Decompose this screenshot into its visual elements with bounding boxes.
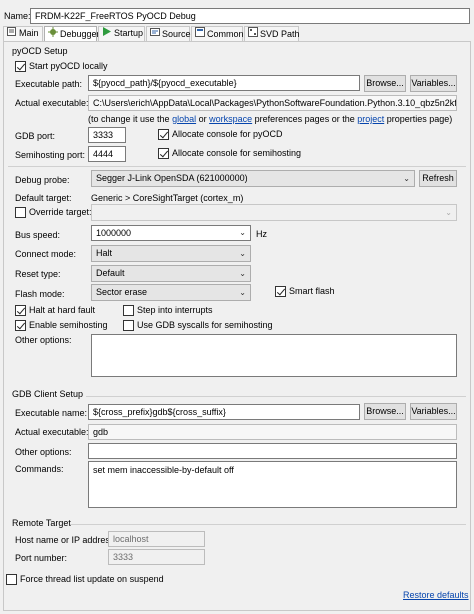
source-tab-icon bbox=[149, 27, 160, 41]
pyocd-section-title: pyOCD Setup bbox=[12, 46, 68, 56]
allocate-console-pyocd-checkbox[interactable] bbox=[158, 129, 169, 140]
commands-input[interactable]: set mem inaccessible-by-default off bbox=[88, 461, 457, 508]
enable-semihosting-label: Enable semihosting bbox=[29, 320, 108, 330]
commands-label: Commands: bbox=[15, 464, 64, 474]
tab-source[interactable]: Source bbox=[146, 26, 191, 41]
bus-speed-label: Bus speed: bbox=[15, 230, 61, 240]
gdb-variables-button[interactable]: Variables... bbox=[410, 403, 457, 420]
separator bbox=[8, 166, 466, 167]
gdb-other-options-label: Other options: bbox=[15, 447, 72, 457]
connect-mode-select[interactable]: Halt ⌄ bbox=[91, 245, 251, 262]
flash-mode-select[interactable]: Sector erase ⌄ bbox=[91, 284, 251, 301]
start-pyocd-label: Start pyOCD locally bbox=[29, 61, 108, 71]
halt-hard-fault-checkbox[interactable] bbox=[15, 305, 26, 316]
tab-debugger[interactable]: Debugger bbox=[44, 26, 100, 41]
gdb-port-label: GDB port: bbox=[15, 131, 56, 141]
force-thread-update-label: Force thread list update on suspend bbox=[20, 574, 164, 584]
tab-main[interactable]: Main bbox=[3, 26, 43, 41]
gdb-other-options-input[interactable] bbox=[88, 443, 457, 459]
smart-flash-checkbox[interactable] bbox=[275, 286, 286, 297]
step-interrupts-checkbox[interactable] bbox=[123, 305, 134, 316]
tab-svd-path[interactable]: SVD Path bbox=[244, 26, 300, 41]
gdb-syscalls-checkbox[interactable] bbox=[123, 320, 134, 331]
host-name-label: Host name or IP address: bbox=[15, 535, 117, 545]
semihosting-port-label: Semihosting port: bbox=[15, 150, 86, 160]
enable-semihosting-checkbox[interactable] bbox=[15, 320, 26, 331]
allocate-console-semihosting-label: Allocate console for semihosting bbox=[172, 148, 302, 158]
halt-hard-fault-label: Halt at hard fault bbox=[29, 305, 96, 315]
allocate-console-semihosting-checkbox[interactable] bbox=[158, 148, 169, 159]
smart-flash-label: Smart flash bbox=[289, 286, 335, 296]
semihosting-port-input[interactable]: 4444 bbox=[88, 146, 126, 162]
pyocd-browse-button[interactable]: Browse... bbox=[364, 75, 406, 92]
project-link[interactable]: project bbox=[357, 114, 384, 124]
svd-tab-icon bbox=[247, 27, 258, 41]
workspace-link[interactable]: workspace bbox=[209, 114, 252, 124]
chevron-down-icon: ⌄ bbox=[239, 249, 246, 258]
gdb-executable-name-label: Executable name: bbox=[15, 408, 88, 418]
chevron-down-icon: ⌄ bbox=[403, 174, 410, 183]
hz-label: Hz bbox=[256, 229, 267, 239]
remote-target-section-title: Remote Target bbox=[12, 518, 71, 528]
connect-mode-label: Connect mode: bbox=[15, 249, 77, 259]
gdb-actual-executable-field: gdb bbox=[88, 424, 457, 440]
common-tab-icon bbox=[194, 27, 205, 41]
force-thread-update-checkbox[interactable] bbox=[6, 574, 17, 585]
chevron-down-icon: ⌄ bbox=[239, 228, 246, 237]
allocate-console-pyocd-label: Allocate console for pyOCD bbox=[172, 129, 283, 139]
override-target-label: Override target: bbox=[29, 207, 92, 217]
flash-mode-label: Flash mode: bbox=[15, 289, 65, 299]
name-label: Name: bbox=[4, 11, 31, 21]
name-input[interactable]: FRDM-K22F_FreeRTOS PyOCD Debug bbox=[30, 8, 470, 24]
bus-speed-input[interactable]: 1000000 ⌄ bbox=[91, 225, 251, 241]
gdb-actual-executable-label: Actual executable: bbox=[15, 427, 89, 437]
reset-type-select[interactable]: Default ⌄ bbox=[91, 265, 251, 282]
port-number-label: Port number: bbox=[15, 553, 68, 563]
pyocd-other-options-input[interactable] bbox=[91, 334, 457, 377]
refresh-button[interactable]: Refresh bbox=[419, 170, 457, 187]
chevron-down-icon: ⌄ bbox=[239, 269, 246, 278]
executable-path-input[interactable]: ${pyocd_path}/${pyocd_executable} bbox=[88, 75, 360, 91]
pyocd-variables-button[interactable]: Variables... bbox=[410, 75, 457, 92]
tab-common[interactable]: Common bbox=[191, 26, 244, 41]
host-name-input: localhost bbox=[108, 531, 205, 547]
override-target-select: ⌄ bbox=[91, 204, 457, 221]
separator bbox=[70, 524, 466, 525]
gdb-client-section-title: GDB Client Setup bbox=[12, 389, 84, 399]
gdb-executable-name-input[interactable]: ${cross_prefix}gdb${cross_suffix} bbox=[88, 404, 360, 420]
start-pyocd-checkbox[interactable] bbox=[15, 61, 26, 72]
global-link[interactable]: global bbox=[172, 114, 196, 124]
tab-startup[interactable]: Startup bbox=[98, 26, 145, 41]
gdb-syscalls-label: Use GDB syscalls for semihosting bbox=[137, 320, 273, 330]
gdb-port-input[interactable]: 3333 bbox=[88, 127, 126, 143]
port-number-input: 3333 bbox=[108, 549, 205, 565]
main-tab-icon bbox=[6, 27, 17, 40]
actual-executable-field: C:\Users\erich\AppData\Local\Packages\Py… bbox=[88, 95, 457, 111]
chevron-down-icon: ⌄ bbox=[445, 208, 452, 217]
executable-path-label: Executable path: bbox=[15, 79, 83, 89]
reset-type-label: Reset type: bbox=[15, 269, 61, 279]
pyocd-other-options-label: Other options: bbox=[15, 335, 72, 345]
debug-probe-label: Debug probe: bbox=[15, 175, 70, 185]
step-interrupts-label: Step into interrupts bbox=[137, 305, 213, 315]
actual-executable-label: Actual executable: bbox=[15, 98, 89, 108]
debug-probe-select[interactable]: Segger J-Link OpenSDA (621000000) ⌄ bbox=[91, 170, 415, 187]
separator bbox=[86, 396, 466, 397]
startup-tab-icon bbox=[101, 27, 112, 40]
default-target-label: Default target: bbox=[15, 193, 72, 203]
override-target-checkbox[interactable] bbox=[15, 207, 26, 218]
restore-defaults-link[interactable]: Restore defaults bbox=[403, 589, 469, 602]
gdb-browse-button[interactable]: Browse... bbox=[364, 403, 406, 420]
chevron-down-icon: ⌄ bbox=[239, 288, 246, 297]
preferences-hint: (to change it use the global or workspac… bbox=[88, 114, 453, 124]
debugger-tab-icon bbox=[47, 27, 58, 41]
